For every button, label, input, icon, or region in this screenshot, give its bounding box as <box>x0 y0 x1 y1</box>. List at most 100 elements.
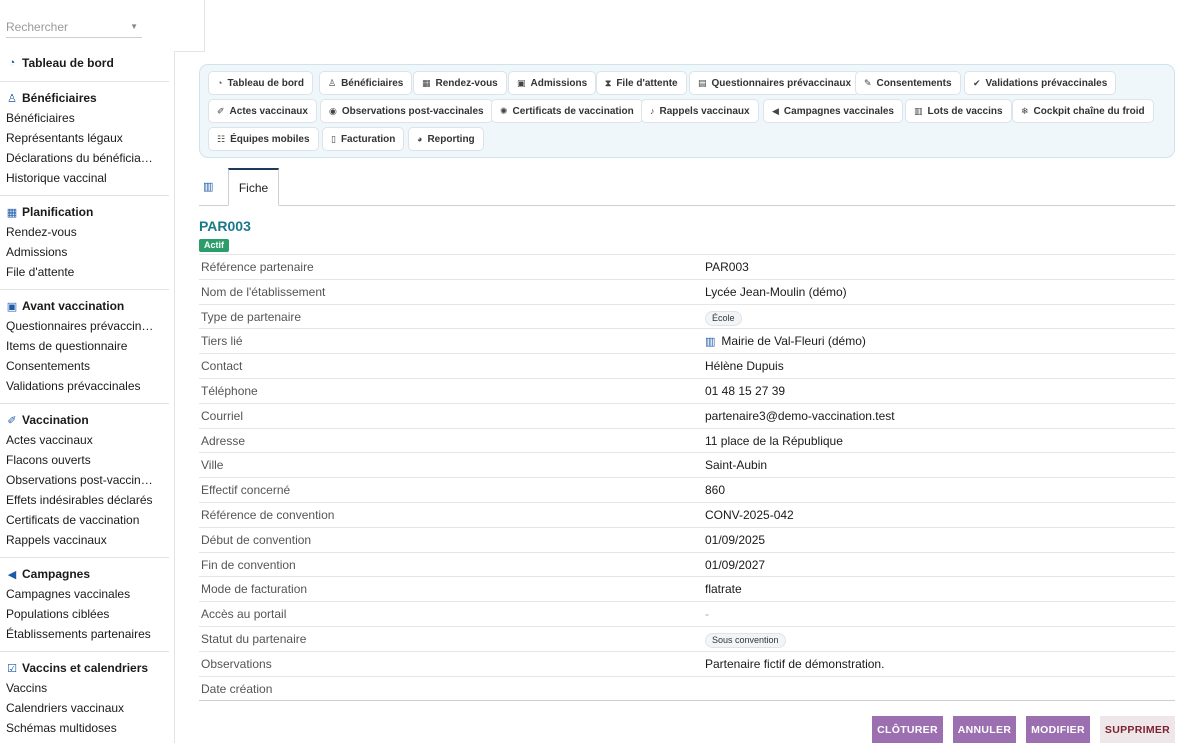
nav-chip-equipes[interactable]: ☷ Équipes mobiles <box>208 127 319 151</box>
sidebar-item-calendriers[interactable]: Calendriers vaccinaux <box>0 698 169 718</box>
nav-chip-tableau-de-bord[interactable]: ◔ Tableau de bord <box>208 71 313 95</box>
sidebar-item-flacons[interactable]: Flacons ouverts <box>0 450 169 470</box>
field-value: 860 <box>705 483 726 498</box>
nav-chip-observations[interactable]: ◉ Observations post-vaccinales <box>320 99 493 123</box>
section-title: Avant vaccination <box>22 299 125 313</box>
tab-fiche[interactable]: Fiche <box>228 168 279 206</box>
clipboard-icon: ▤ <box>698 77 707 88</box>
field-label: Effectif concerné <box>201 483 291 498</box>
field-value: Partenaire fictif de démonstration. <box>705 656 885 671</box>
field-label: Téléphone <box>201 383 258 398</box>
nav-chip-validations[interactable]: ✔ Validations prévaccinales <box>964 71 1117 95</box>
cancel-button[interactable]: ANNULER <box>953 716 1016 743</box>
sidebar-item-vaccins[interactable]: Vaccins <box>0 678 169 698</box>
nav-chip-questionnaires[interactable]: ▤ Questionnaires prévaccinaux <box>689 71 861 95</box>
search-panel-edge <box>174 0 205 52</box>
sidebar-item-populations[interactable]: Populations ciblées <box>0 604 169 624</box>
sidebar-item-actes[interactable]: Actes vaccinaux <box>0 430 169 450</box>
field-label: Statut du partenaire <box>201 631 307 646</box>
nav-chip-facturation[interactable]: ▯ Facturation <box>322 127 405 151</box>
sidebar-item-items-questionnaire[interactable]: Items de questionnaire <box>0 336 169 356</box>
calendar-check-icon: ☑ <box>7 662 17 675</box>
divider <box>0 557 169 558</box>
sidebar-item-questionnaires[interactable]: Questionnaires prévaccin… <box>0 316 169 336</box>
chip-label: Validations prévaccinales <box>985 77 1108 89</box>
sidebar-item-certificats[interactable]: Certificats de vaccination <box>0 510 169 530</box>
edit-button[interactable]: MODIFIER <box>1026 716 1090 743</box>
syringe-icon: ✐ <box>7 414 17 427</box>
sidebar-item-schemas[interactable]: Schémas multidoses <box>0 718 169 738</box>
sidebar-item-admissions[interactable]: Admissions <box>0 242 169 262</box>
sidebar-item-file-attente[interactable]: File d'attente <box>0 262 169 282</box>
sidebar: ▼ ◔ Tableau de bord ♙ Bénéficiaires Béné… <box>0 0 175 743</box>
field-label: Observations <box>201 656 272 671</box>
chip-label: Admissions <box>530 77 588 89</box>
detail-table: Référence partenaire PAR003 Nom de l'étab… <box>199 254 1175 700</box>
sidebar-item-rappels[interactable]: Rappels vaccinaux <box>0 530 169 550</box>
sidebar-item-validations[interactable]: Validations prévaccinales <box>0 376 169 396</box>
type-badge: École <box>705 310 742 326</box>
divider <box>0 289 169 290</box>
nav-chip-lots[interactable]: ▥ Lots de vaccins <box>905 99 1012 123</box>
nav-chip-reporting[interactable]: ◕ Reporting <box>408 127 484 151</box>
syringe-icon: ✐ <box>217 105 225 116</box>
sidebar-item-beneficiaires[interactable]: Bénéficiaires <box>0 108 169 128</box>
nav-chip-cockpit[interactable]: ❄ Cockpit chaîne du froid <box>1012 99 1154 123</box>
sidebar-item-consentements[interactable]: Consentements <box>0 356 169 376</box>
delete-button[interactable]: SUPPRIMER <box>1100 716 1175 743</box>
field-row: Date création <box>199 675 1175 701</box>
chip-label: Facturation <box>340 133 396 145</box>
divider <box>0 81 169 82</box>
field-label: Fin de convention <box>201 557 296 572</box>
linked-party-label: Mairie de Val-Fleuri (démo) <box>721 334 866 349</box>
sidebar-item-rendez-vous[interactable]: Rendez-vous <box>0 222 169 242</box>
users-icon: ☷ <box>217 133 226 144</box>
nav-chip-certificats[interactable]: ✺ Certificats de vaccination <box>491 99 643 123</box>
field-row: Ville Saint-Aubin <box>199 452 1175 477</box>
sidebar-item-etablissements[interactable]: Établissements partenaires <box>0 624 169 644</box>
field-label: Nom de l'établissement <box>201 284 326 299</box>
nav-chip-beneficiaires[interactable]: ♙ Bénéficiaires <box>319 71 413 95</box>
bell-icon: ♪ <box>650 106 655 116</box>
sidebar-item-declarations[interactable]: Déclarations du bénéficia… <box>0 148 169 168</box>
nav-chip-file-attente[interactable]: ⧗ File d'attente <box>596 71 687 95</box>
section-title: Vaccins et calendriers <box>22 661 149 675</box>
sidebar-dashboard[interactable]: ◔ Tableau de bord <box>0 53 169 73</box>
field-value: flatrate <box>705 582 742 597</box>
close-record-button[interactable]: CLÔTURER <box>872 716 943 743</box>
megaphone-icon: ◀ <box>7 568 17 581</box>
field-row: Observations Partenaire fictif de démonst… <box>199 650 1175 676</box>
sidebar-item-historique[interactable]: Historique vaccinal <box>0 168 169 188</box>
field-row: Nom de l'établissement Lycée Jean-Moulin … <box>199 278 1175 304</box>
field-row: Référence de convention CONV-2025-042 <box>199 501 1175 527</box>
search-box[interactable]: ▼ <box>6 16 142 38</box>
sidebar-section-campagnes: ◀ Campagnes Campagnes vaccinales Populat… <box>0 564 169 644</box>
field-row: Adresse 11 place de la République <box>199 427 1175 453</box>
field-value: CONV-2025-042 <box>705 507 794 522</box>
user-check-icon: ✔ <box>973 77 981 88</box>
sidebar-item-representants[interactable]: Représentants légaux <box>0 128 169 148</box>
barcode-icon: ▥ <box>914 105 923 116</box>
building-icon[interactable]: ▥ <box>203 180 215 193</box>
sidebar-item-campagnes[interactable]: Campagnes vaccinales <box>0 584 169 604</box>
sidebar-item-observations[interactable]: Observations post-vaccin… <box>0 470 169 490</box>
chip-label: Actes vaccinaux <box>229 105 308 117</box>
field-row: Accès au portail - <box>199 601 1175 626</box>
nav-chip-campagnes[interactable]: ◀ Campagnes vaccinales <box>763 99 903 123</box>
search-input[interactable] <box>6 20 126 34</box>
nav-chip-consentements[interactable]: ✎ Consentements <box>855 71 961 95</box>
divider <box>0 403 169 404</box>
field-value: - <box>705 607 709 622</box>
chip-label: Rappels vaccinaux <box>659 105 750 117</box>
field-value: 11 place de la République <box>705 433 843 448</box>
linked-party-link[interactable]: ▥ Mairie de Val-Fleuri (démo) <box>705 334 866 348</box>
field-row: Référence partenaire PAR003 <box>199 254 1175 279</box>
field-value: Saint-Aubin <box>705 458 768 473</box>
divider <box>0 651 169 652</box>
chevron-down-icon[interactable]: ▼ <box>130 22 138 31</box>
nav-chip-actes[interactable]: ✐ Actes vaccinaux <box>208 99 317 123</box>
nav-chip-admissions[interactable]: ▣ Admissions <box>508 71 597 95</box>
nav-chip-rendez-vous[interactable]: ▦ Rendez-vous <box>413 71 507 95</box>
sidebar-item-effets[interactable]: Effets indésirables déclarés <box>0 490 169 510</box>
nav-chip-rappels[interactable]: ♪ Rappels vaccinaux <box>641 99 759 123</box>
